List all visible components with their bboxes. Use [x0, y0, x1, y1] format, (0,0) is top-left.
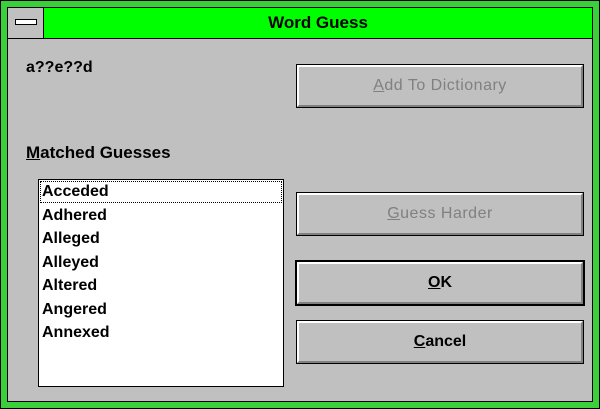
system-menu-bar — [15, 19, 37, 25]
list-item[interactable]: Adhered — [39, 204, 283, 228]
label-rest: atched Guesses — [40, 143, 171, 162]
list-item[interactable]: Angered — [39, 298, 283, 322]
accel-o: O — [427, 274, 441, 291]
matched-guesses-list[interactable]: Acceded Adhered Alleged Alleyed Altered … — [38, 179, 284, 387]
pattern-text: a??e??d — [26, 59, 93, 76]
button-rest: uess Harder — [400, 205, 493, 222]
button-rest: dd To Dictionary — [384, 77, 507, 94]
button-rest: K — [440, 274, 452, 291]
ok-button[interactable]: OK — [297, 262, 583, 304]
system-menu-icon[interactable] — [8, 8, 44, 38]
accel-m: M — [26, 143, 41, 162]
window-frame: Word Guess a??e??d Matched Guesses Acced… — [7, 7, 593, 402]
matched-guesses-label: Matched Guesses — [26, 143, 171, 163]
button-rest: ancel — [425, 333, 467, 350]
accel-c: C — [413, 333, 426, 350]
accel-g: G — [387, 205, 401, 222]
list-item[interactable]: Alleged — [39, 227, 283, 251]
window-title: Word Guess — [268, 13, 368, 32]
list-item[interactable]: Acceded — [39, 180, 283, 204]
title-bar[interactable]: Word Guess — [8, 8, 592, 39]
list-item[interactable]: Alleyed — [39, 251, 283, 275]
cancel-button[interactable]: Cancel — [297, 321, 583, 363]
accel-a: A — [373, 77, 385, 94]
guess-harder-button[interactable]: Guess Harder — [297, 193, 583, 235]
add-to-dictionary-button[interactable]: Add To Dictionary — [297, 65, 583, 107]
dialog-window: Word Guess a??e??d Matched Guesses Acced… — [0, 0, 600, 409]
dialog-client: a??e??d Matched Guesses Acceded Adhered … — [8, 39, 592, 401]
list-item[interactable]: Annexed — [39, 321, 283, 345]
list-item[interactable]: Altered — [39, 274, 283, 298]
